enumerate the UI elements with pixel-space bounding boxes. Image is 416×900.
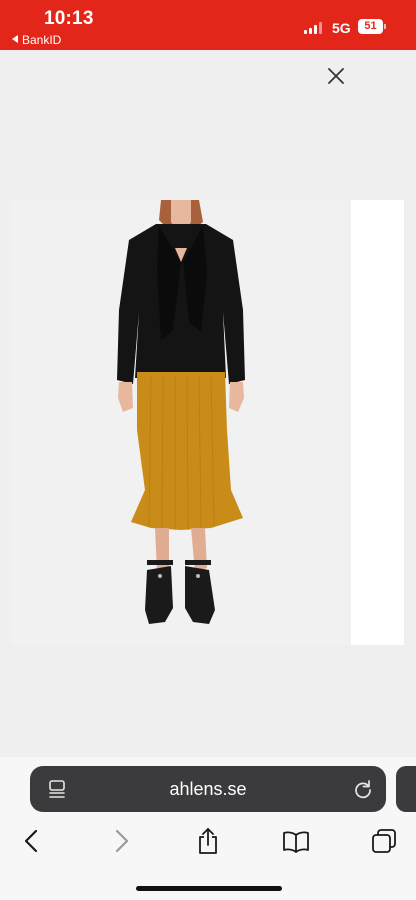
tabs-icon [372, 829, 396, 853]
url-text[interactable]: ahlens.se [30, 779, 386, 800]
reload-icon[interactable] [353, 779, 373, 799]
product-image[interactable] [11, 200, 351, 645]
battery-icon: 51 [358, 19, 386, 34]
close-button[interactable] [324, 64, 348, 88]
address-bar[interactable]: ahlens.se [30, 766, 386, 812]
back-button[interactable] [17, 826, 47, 856]
share-button[interactable] [193, 826, 223, 856]
signal-icon [304, 22, 324, 34]
back-app-label: BankID [22, 33, 62, 47]
status-time: 10:13 [44, 8, 94, 29]
model-illustration [117, 200, 245, 624]
bookmarks-icon [283, 831, 309, 853]
tabs-button[interactable] [369, 826, 399, 856]
network-label: 5G [332, 20, 351, 36]
forward-button[interactable] [106, 826, 136, 856]
share-icon [199, 828, 217, 854]
back-triangle-icon [12, 35, 18, 43]
bookmarks-button[interactable] [281, 826, 311, 856]
forward-icon [115, 829, 129, 853]
back-to-app-link[interactable]: BankID [12, 33, 61, 47]
next-tab-preview[interactable] [396, 766, 416, 812]
status-bar: 10:13 BankID 5G 51 [0, 0, 416, 50]
home-indicator[interactable] [136, 886, 282, 891]
battery-level: 51 [364, 20, 377, 32]
back-icon [24, 829, 38, 853]
close-icon [328, 68, 344, 84]
product-image-frame [11, 200, 404, 645]
